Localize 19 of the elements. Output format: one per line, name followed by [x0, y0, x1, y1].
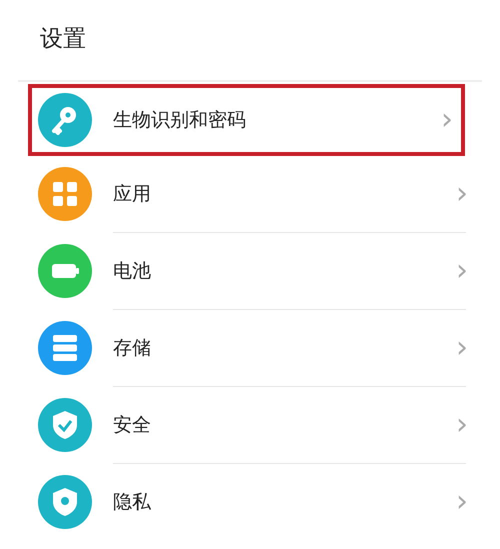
page-title: 设置 — [40, 26, 87, 54]
highlighted-row[interactable]: 生物识别和密码 › — [28, 84, 465, 156]
settings-label[interactable]: 隐私 — [113, 488, 456, 516]
chevron-icon: › — [456, 333, 468, 363]
chevron-icon: › — [456, 410, 468, 440]
settings-row[interactable]: 安全 › — [0, 387, 500, 463]
chevron-icon: › — [441, 105, 453, 135]
settings-row[interactable]: 隐私 › — [0, 464, 500, 540]
settings-label[interactable]: 电池 — [113, 256, 456, 286]
chevron-icon: › — [456, 256, 468, 286]
settings-row[interactable]: 电池 › — [0, 233, 500, 309]
settings-label[interactable]: 生物识别和密码 — [113, 106, 441, 134]
chevron-icon: › — [456, 487, 468, 517]
settings-row[interactable]: 应用 › — [0, 156, 500, 232]
settings-label[interactable]: 应用 — [113, 180, 456, 208]
chevron-icon: › — [456, 179, 468, 209]
settings-row[interactable]: 存储 › — [0, 310, 500, 386]
settings-label[interactable]: 安全 — [113, 410, 456, 440]
settings-label[interactable]: 存储 — [113, 334, 456, 362]
